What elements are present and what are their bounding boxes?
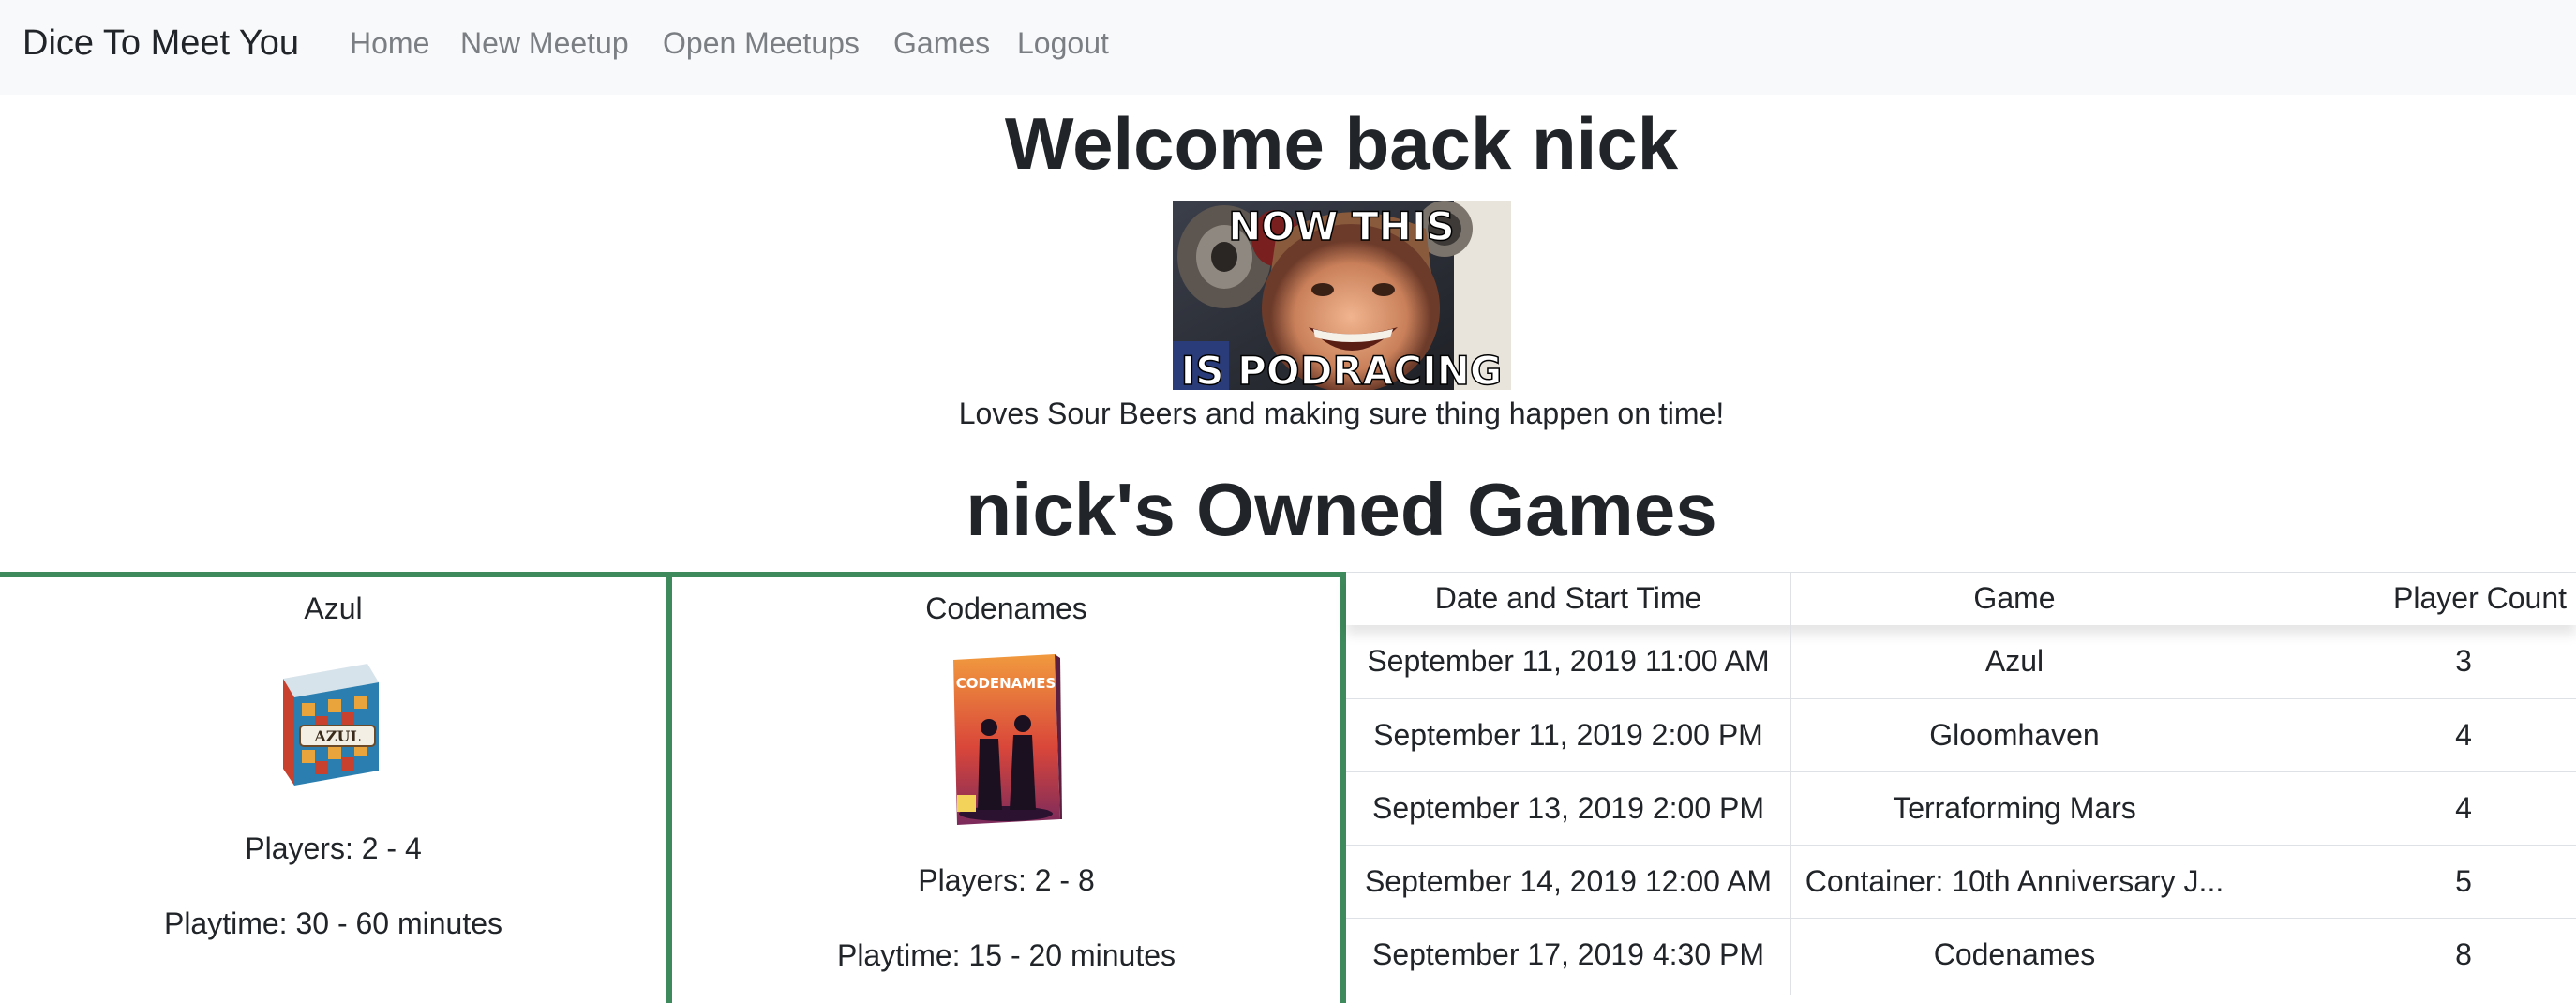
- owned-games-heading: nick's Owned Games: [966, 468, 1717, 551]
- table-row[interactable]: September 17, 2019 4:30 PM Codenames 8: [1346, 918, 2576, 991]
- cell-date: September 13, 2019 2:00 PM: [1371, 791, 1765, 825]
- table-row[interactable]: September 11, 2019 11:00 AM Azul 3: [1346, 625, 2576, 698]
- cell-date: September 11, 2019 11:00 AM: [1367, 644, 1770, 678]
- meme-top-text: NOW THIS: [1228, 203, 1454, 249]
- nav-games[interactable]: Games: [893, 23, 990, 63]
- navbar: Dice To Meet You Home New Meetup Open Me…: [0, 0, 2576, 95]
- game-playtime: Playtime: 15 - 20 minutes: [836, 938, 1176, 972]
- game-name: Azul: [304, 591, 363, 625]
- cell-game: Gloomhaven: [1929, 718, 2100, 752]
- game-players: Players: 2 - 4: [245, 831, 422, 865]
- cell-date: September 11, 2019 2:00 PM: [1373, 718, 1763, 752]
- nav-home[interactable]: Home: [350, 23, 429, 63]
- cell-game: Codenames: [1933, 937, 2096, 971]
- cell-player-count: 3: [2455, 644, 2472, 678]
- welcome-heading: Welcome back nick: [1004, 102, 1679, 185]
- game-players: Players: 2 - 8: [918, 863, 1095, 897]
- table-row[interactable]: September 13, 2019 2:00 PM Terraforming …: [1346, 771, 2576, 845]
- profile-bio: Loves Sour Beers and making sure thing h…: [958, 397, 1725, 430]
- game-card-azul[interactable]: Azul AZUL Players: 2 - 4 Playtime: 30 - …: [0, 572, 672, 1003]
- meme-bottom-text: IS PODRACING: [1181, 348, 1503, 390]
- profile-avatar: NOW THIS IS PODRACING: [1173, 201, 1511, 390]
- table-header: Date and Start Time Game Player Count: [1346, 573, 2576, 625]
- nav-logout[interactable]: Logout: [1017, 23, 1109, 63]
- cell-game: Terraforming Mars: [1893, 791, 2136, 825]
- cell-player-count: 8: [2455, 937, 2472, 971]
- cell-player-count: 4: [2455, 791, 2472, 825]
- header-date[interactable]: Date and Start Time: [1346, 578, 1790, 618]
- cell-game: Container: 10th Anniversary J...: [1805, 864, 2224, 898]
- azul-box-label: AZUL: [313, 727, 360, 745]
- meetups-table: Date and Start Time Game Player Count Se…: [1346, 572, 2576, 995]
- brand-link[interactable]: Dice To Meet You: [22, 21, 299, 66]
- game-name: Codenames: [925, 591, 1087, 625]
- cell-player-count: 5: [2455, 864, 2472, 898]
- azul-box-image: AZUL: [274, 660, 384, 787]
- cell-date: September 17, 2019 4:30 PM: [1371, 937, 1765, 971]
- codenames-box-image: CODENAMES: [950, 654, 1062, 825]
- table-row[interactable]: September 14, 2019 12:00 AM Container: 1…: [1346, 845, 2576, 918]
- game-card-codenames[interactable]: Codenames CODENAMES Players: 2 - 8 Playt…: [666, 572, 1346, 1003]
- table-row[interactable]: September 11, 2019 2:00 PM Gloomhaven 4: [1346, 698, 2576, 771]
- cell-date: September 14, 2019 12:00 AM: [1364, 864, 1773, 898]
- game-playtime: Playtime: 30 - 60 minutes: [163, 906, 503, 940]
- podracing-meme-image: NOW THIS IS PODRACING: [1173, 201, 1511, 390]
- header-game[interactable]: Game: [1790, 578, 2239, 618]
- cell-game: Azul: [1984, 644, 2044, 678]
- nav-new-meetup[interactable]: New Meetup: [460, 23, 629, 63]
- cell-player-count: 4: [2455, 718, 2472, 752]
- codenames-box-label: CODENAMES: [956, 675, 1056, 692]
- header-player-count[interactable]: Player Count: [2239, 578, 2567, 618]
- nav-open-meetups[interactable]: Open Meetups: [663, 23, 860, 63]
- column-divider: [1790, 573, 1791, 995]
